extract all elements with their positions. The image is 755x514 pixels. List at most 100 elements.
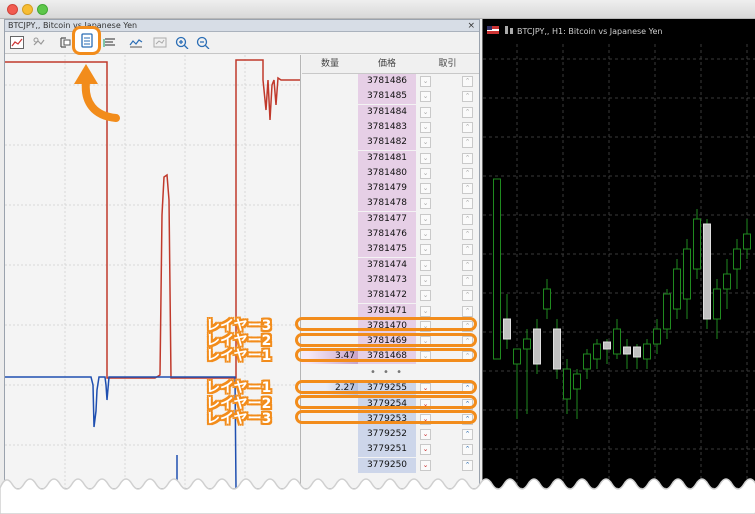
- volume-cell: [302, 181, 358, 196]
- volume-cell: [302, 273, 358, 288]
- ask-row: 3781482 ⌄ ⌃: [302, 135, 479, 151]
- layer-callout-label: レイヤー3: [206, 410, 272, 427]
- sell-limit-button[interactable]: ⌄: [420, 229, 431, 240]
- candle-body: [603, 341, 611, 350]
- candle-body: [593, 343, 601, 360]
- sell-limit-button[interactable]: ⌄: [420, 152, 431, 164]
- buy-limit-button[interactable]: ⌃: [462, 121, 473, 133]
- layer-callout-label: レイヤー3: [206, 317, 272, 334]
- buy-limit-button[interactable]: ⌃: [462, 229, 473, 240]
- sell-limit-button[interactable]: ⌄: [420, 76, 431, 87]
- candle-body: [543, 288, 551, 310]
- ask-row: 3781474 ⌄ ⌃: [302, 257, 479, 273]
- layer-callout-label: レイヤー1: [206, 380, 272, 397]
- volume-cell: [302, 304, 358, 319]
- price-chart: BTCJPY,, H1: Bitcoin vs Japanese Yen: [482, 19, 755, 489]
- buy-limit-button[interactable]: ⌃: [462, 167, 473, 179]
- volume-cell: [302, 196, 358, 211]
- price-cell: 3781471: [358, 303, 416, 319]
- buy-limit-button[interactable]: ⌃: [462, 305, 473, 317]
- price-cell: 3781486: [358, 74, 416, 89]
- sell-limit-button[interactable]: ⌄: [420, 198, 431, 210]
- volume-cell: [302, 212, 358, 227]
- price-header: 価格: [377, 59, 396, 69]
- sell-limit-button[interactable]: ⌄: [420, 106, 431, 118]
- sell-limit-button[interactable]: ⌄: [420, 429, 431, 441]
- candle-body: [563, 368, 571, 400]
- sell-limit-button[interactable]: ⌄: [420, 305, 431, 317]
- sell-limit-button[interactable]: ⌄: [420, 167, 431, 179]
- volume-cell: [302, 89, 358, 104]
- ask-row: 3781481 ⌄ ⌃: [302, 150, 479, 166]
- buy-limit-button[interactable]: ⌃: [462, 290, 473, 302]
- sell-limit-button[interactable]: ⌄: [420, 137, 431, 149]
- layer-highlight-box: [295, 332, 477, 347]
- buy-limit-button[interactable]: ⌃: [462, 213, 473, 225]
- price-cell: 3779252: [358, 427, 416, 443]
- minimize-window-button[interactable]: [22, 4, 33, 15]
- candle-body: [653, 328, 661, 345]
- buy-limit-button[interactable]: ⌃: [462, 244, 473, 256]
- buy-limit-button[interactable]: ⌃: [462, 444, 473, 456]
- layer-callout-label: レイヤー1: [206, 348, 272, 365]
- candle-body: [633, 346, 641, 358]
- crosshair-icon[interactable]: [31, 35, 47, 50]
- sell-limit-button[interactable]: ⌄: [420, 259, 431, 271]
- bid-row: 3779251 ⌄ ⌃: [302, 442, 479, 458]
- volume-cell: [302, 442, 358, 457]
- zoom-in-icon[interactable]: [174, 35, 190, 50]
- panel-close-button[interactable]: ×: [467, 20, 475, 32]
- candle-body: [513, 348, 521, 365]
- buy-limit-button[interactable]: ⌃: [462, 183, 473, 195]
- buy-limit-button[interactable]: ⌃: [462, 137, 473, 149]
- volume-cell: [302, 166, 358, 181]
- sell-limit-button[interactable]: ⌄: [420, 213, 431, 225]
- candle-body: [583, 353, 591, 370]
- price-cell: 3781485: [358, 89, 416, 105]
- layer-callout-label: レイヤー2: [206, 333, 272, 350]
- buy-limit-button[interactable]: ⌃: [462, 429, 473, 441]
- sell-limit-button[interactable]: ⌄: [420, 244, 431, 256]
- sell-limit-button[interactable]: ⌄: [420, 444, 431, 456]
- ask-row: 3781478 ⌄ ⌃: [302, 196, 479, 212]
- candle-body: [613, 328, 621, 355]
- pointer-arrow-icon: [74, 64, 120, 122]
- candle-body: [643, 343, 651, 360]
- price-cell: 3781484: [358, 104, 416, 120]
- volume-cell: [302, 151, 358, 166]
- volume-cell: [302, 227, 358, 242]
- zoom-window-button[interactable]: [37, 4, 48, 15]
- price-cell: 3781475: [358, 242, 416, 258]
- buy-limit-button[interactable]: ⌃: [462, 76, 473, 87]
- buy-limit-button[interactable]: ⌃: [462, 259, 473, 271]
- close-window-button[interactable]: [7, 4, 18, 15]
- buy-limit-button[interactable]: ⌃: [462, 198, 473, 210]
- sell-limit-button[interactable]: ⌄: [420, 183, 431, 195]
- volume-cell: [302, 242, 358, 257]
- sell-limit-button[interactable]: ⌄: [420, 290, 431, 302]
- price-cell: 3781483: [358, 119, 416, 135]
- ask-row: 3781486 ⌄ ⌃: [302, 74, 479, 89]
- title-bar: [0, 0, 755, 19]
- zoom-out-icon[interactable]: [195, 35, 211, 50]
- sell-limit-button[interactable]: ⌄: [420, 91, 431, 103]
- candle-body: [713, 288, 721, 320]
- volume-cell: [302, 120, 358, 135]
- buy-limit-button[interactable]: ⌃: [462, 91, 473, 103]
- buy-limit-button[interactable]: ⌃: [462, 106, 473, 118]
- sell-limit-button[interactable]: ⌄: [420, 274, 431, 286]
- buy-limit-button[interactable]: ⌃: [462, 152, 473, 164]
- dom-header: 数量 価格 取引: [302, 55, 479, 74]
- chart-icon[interactable]: [9, 35, 25, 50]
- depth-of-market-icon: [80, 33, 93, 48]
- period-icon[interactable]: [128, 35, 144, 50]
- template-icon[interactable]: [152, 35, 168, 50]
- depth-of-market-button-highlight[interactable]: [72, 26, 101, 55]
- ask-row: 3781485 ⌄ ⌃: [302, 89, 479, 105]
- ask-row: 3781484 ⌄ ⌃: [302, 104, 479, 120]
- price-cell: 3781477: [358, 211, 416, 227]
- sell-limit-button[interactable]: ⌄: [420, 121, 431, 133]
- buy-limit-button[interactable]: ⌃: [462, 274, 473, 286]
- chart-shift-icon[interactable]: [102, 35, 118, 50]
- auto-scroll-icon[interactable]: [57, 35, 73, 50]
